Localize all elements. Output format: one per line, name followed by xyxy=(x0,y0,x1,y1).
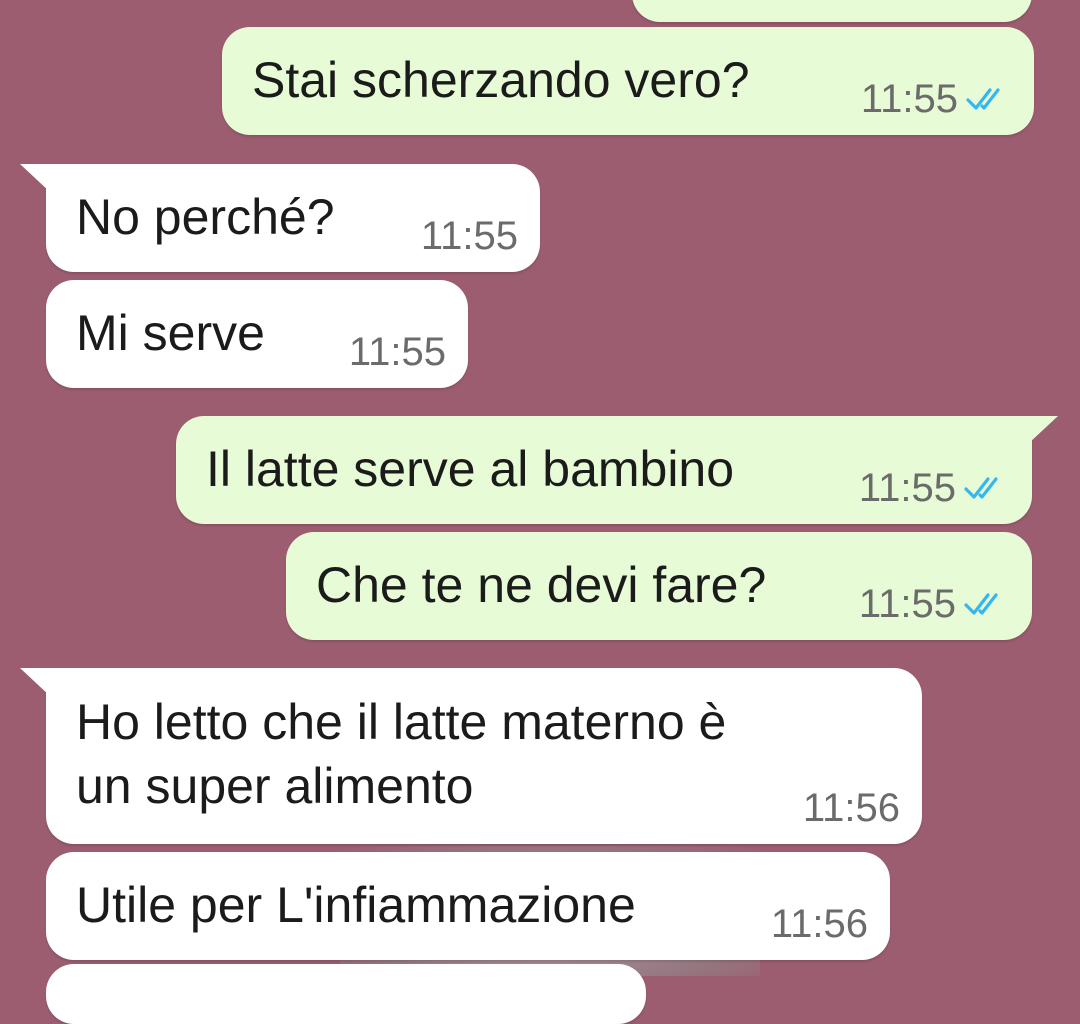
message-timestamp: 11:55 xyxy=(860,77,958,121)
message-meta: 11:55 xyxy=(861,77,1012,121)
message-meta: 11:55 xyxy=(859,466,1010,510)
double-check-icon xyxy=(964,477,998,499)
message-meta: 11:56 xyxy=(803,786,900,830)
message-bubble-incoming[interactable]: No perché? 11:55 xyxy=(20,164,540,272)
message-text: Ho letto che il latte materno è un super… xyxy=(76,694,727,814)
message-bubble-outgoing[interactable]: Il latte serve al bambino 11:55 xyxy=(176,416,1058,524)
double-check-icon xyxy=(964,593,998,615)
message-timestamp: 11:55 xyxy=(348,330,446,374)
partial-outgoing-bubble xyxy=(632,0,1032,22)
chat-background: Stai scherzando vero? 11:55 No perché? 1… xyxy=(0,0,1080,1024)
message-timestamp: 11:55 xyxy=(858,582,956,626)
message-text: Che te ne devi fare? xyxy=(316,557,767,613)
message-meta: 11:55 xyxy=(421,214,518,258)
message-text: Utile per L'infiammazione xyxy=(76,877,636,933)
message-timestamp: 11:56 xyxy=(802,786,900,830)
double-check-icon xyxy=(966,88,1000,110)
message-bubble-incoming[interactable]: Utile per L'infiammazione 11:56 xyxy=(46,852,890,960)
message-timestamp: 11:56 xyxy=(770,902,868,946)
message-bubble-outgoing[interactable]: Che te ne devi fare? 11:55 xyxy=(286,532,1032,640)
message-meta: 11:55 xyxy=(859,582,1010,626)
message-bubble-outgoing[interactable]: Stai scherzando vero? 11:55 xyxy=(222,27,1034,135)
message-timestamp: 11:55 xyxy=(858,466,956,510)
message-timestamp: 11:55 xyxy=(420,214,518,258)
message-meta: 11:56 xyxy=(771,902,868,946)
message-bubble-incoming[interactable]: Ho letto che il latte materno è un super… xyxy=(20,668,922,844)
message-text: Mi serve xyxy=(76,305,265,361)
message-text: Il latte serve al bambino xyxy=(206,441,735,497)
partial-incoming-bubble xyxy=(46,964,646,1024)
message-meta: 11:55 xyxy=(349,330,446,374)
message-text: No perché? xyxy=(76,189,335,245)
message-text: Stai scherzando vero? xyxy=(252,52,750,108)
message-bubble-incoming[interactable]: Mi serve 11:55 xyxy=(46,280,468,388)
